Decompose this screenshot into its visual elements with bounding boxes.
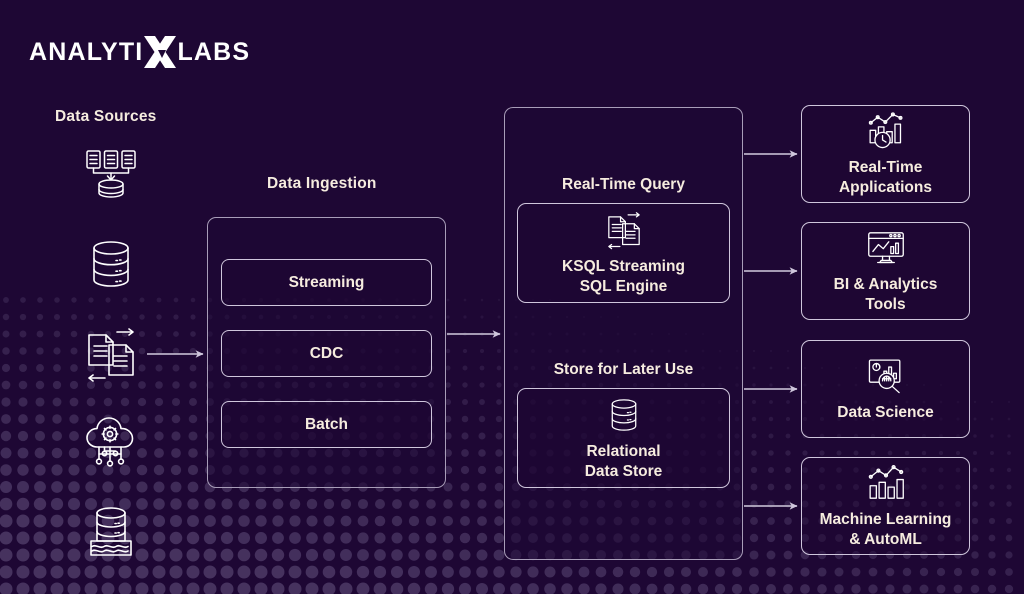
title-real-time-query: Real-Time Query (562, 176, 685, 193)
card-relational-label: Relational Data Store (584, 443, 663, 480)
card-bi-analytics-tools[interactable]: BI & Analytics Tools (801, 222, 970, 320)
servers-to-database-icon (86, 150, 136, 198)
database-cylinder-icon (93, 241, 129, 287)
bar-line-chart-icon (868, 465, 904, 499)
brand-name-right: LABS (177, 37, 251, 66)
chart-clock-icon (868, 112, 903, 149)
data-lake-icon (90, 507, 132, 556)
title-store-for-later-use: Store for Later Use (553, 361, 694, 378)
ingest-cdc-label: CDC (309, 344, 344, 362)
card-data-science-label: Data Science (837, 403, 934, 421)
brand-name-left: ANALYTI (29, 37, 144, 66)
heading-data-ingestion: Data Ingestion (267, 175, 377, 192)
card-data-science[interactable]: Data Science (801, 340, 970, 438)
chart-magnifier-icon (868, 359, 900, 394)
database-cylinder-icon (611, 399, 636, 431)
diagram-canvas: ANALYTI LABS Data Sources Data Ingestion (0, 0, 1024, 594)
heading-data-sources: Data Sources (55, 108, 157, 125)
card-machine-learning-automl-label: Machine Learning & AutoML (819, 511, 952, 548)
ingest-streaming-label: Streaming (288, 273, 365, 291)
card-ksql-label: KSQL Streaming SQL Engine (562, 258, 685, 295)
card-bi-analytics-tools-label: BI & Analytics Tools (833, 276, 938, 313)
card-machine-learning-automl[interactable]: Machine Learning & AutoML (801, 457, 970, 555)
dashboard-monitor-icon (867, 232, 904, 264)
card-ksql-streaming-sql-engine[interactable]: KSQL Streaming SQL Engine (517, 203, 730, 303)
card-relational-data-store[interactable]: Relational Data Store (517, 388, 730, 488)
ingest-cdc-box[interactable]: CDC (221, 330, 432, 377)
brand-logo: ANALYTI LABS (29, 30, 250, 74)
card-real-time-applications[interactable]: Real-Time Applications (801, 105, 970, 203)
x-logo-mark-icon (144, 36, 177, 68)
cloud-gear-iot-icon (86, 417, 134, 467)
card-real-time-applications-label: Real-Time Applications (838, 159, 932, 196)
file-transfer-cdc-icon (88, 328, 134, 382)
ingest-batch-label: Batch (304, 415, 349, 433)
ingest-streaming-box[interactable]: Streaming (221, 259, 432, 306)
ingest-batch-box[interactable]: Batch (221, 401, 432, 448)
file-transfer-stream-icon (607, 212, 640, 250)
panel-processing (504, 107, 743, 560)
